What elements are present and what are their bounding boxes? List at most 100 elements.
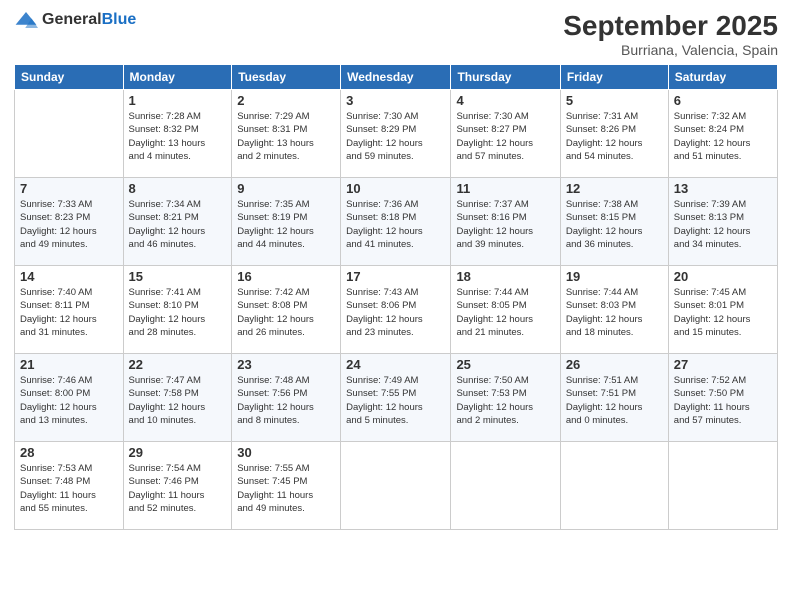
- table-row: [15, 90, 124, 178]
- logo-blue: Blue: [102, 11, 137, 28]
- day-info: Sunrise: 7:44 AMSunset: 8:05 PMDaylight:…: [456, 286, 554, 339]
- day-number: 23: [237, 357, 335, 372]
- day-number: 19: [566, 269, 663, 284]
- table-row: [451, 442, 560, 530]
- day-number: 20: [674, 269, 772, 284]
- day-info: Sunrise: 7:46 AMSunset: 8:00 PMDaylight:…: [20, 374, 118, 427]
- title-block: September 2025 Burriana, Valencia, Spain: [563, 10, 778, 58]
- day-number: 15: [129, 269, 227, 284]
- table-row: 16 Sunrise: 7:42 AMSunset: 8:08 PMDayligh…: [232, 266, 341, 354]
- day-number: 12: [566, 181, 663, 196]
- calendar-week-1: 7 Sunrise: 7:33 AMSunset: 8:23 PMDaylight…: [15, 178, 778, 266]
- day-info: Sunrise: 7:51 AMSunset: 7:51 PMDaylight:…: [566, 374, 663, 427]
- table-row: 10Sunrise: 7:36 AMSunset: 8:18 PMDayligh…: [341, 178, 451, 266]
- day-number: 16: [237, 269, 335, 284]
- calendar-week-0: 1Sunrise: 7:28 AMSunset: 8:32 PMDaylight…: [15, 90, 778, 178]
- table-row: [341, 442, 451, 530]
- day-number: 28: [20, 445, 118, 460]
- day-info: Sunrise: 7:54 AMSunset: 7:46 PMDaylight:…: [129, 462, 227, 515]
- table-row: 29 Sunrise: 7:54 AMSunset: 7:46 PMDayligh…: [123, 442, 232, 530]
- day-info: Sunrise: 7:47 AMSunset: 7:58 PMDaylight:…: [129, 374, 227, 427]
- day-number: 27: [674, 357, 772, 372]
- day-number: 5: [566, 93, 663, 108]
- day-info: Sunrise: 7:44 AMSunset: 8:03 PMDaylight:…: [566, 286, 663, 339]
- day-info: Sunrise: 7:52 AMSunset: 7:50 PMDaylight:…: [674, 374, 772, 427]
- day-number: 30: [237, 445, 335, 460]
- logo-icon: [14, 10, 38, 30]
- col-friday: Friday: [560, 65, 668, 90]
- month-title: September 2025: [563, 10, 778, 42]
- table-row: 26 Sunrise: 7:51 AMSunset: 7:51 PMDayligh…: [560, 354, 668, 442]
- table-row: [560, 442, 668, 530]
- day-info: Sunrise: 7:39 AMSunset: 8:13 PMDaylight:…: [674, 198, 772, 251]
- day-number: 24: [346, 357, 445, 372]
- table-row: 7 Sunrise: 7:33 AMSunset: 8:23 PMDaylight…: [15, 178, 124, 266]
- table-row: 11 Sunrise: 7:37 AMSunset: 8:16 PMDayligh…: [451, 178, 560, 266]
- day-info: Sunrise: 7:42 AMSunset: 8:08 PMDaylight:…: [237, 286, 335, 339]
- table-row: 23 Sunrise: 7:48 AMSunset: 7:56 PMDayligh…: [232, 354, 341, 442]
- calendar-week-4: 28 Sunrise: 7:53 AMSunset: 7:48 PMDayligh…: [15, 442, 778, 530]
- day-info: Sunrise: 7:55 AMSunset: 7:45 PMDaylight:…: [237, 462, 335, 515]
- table-row: 20 Sunrise: 7:45 AMSunset: 8:01 PMDayligh…: [668, 266, 777, 354]
- day-number: 21: [20, 357, 118, 372]
- day-info: Sunrise: 7:35 AMSunset: 8:19 PMDaylight:…: [237, 198, 335, 251]
- table-row: 5 Sunrise: 7:31 AMSunset: 8:26 PMDaylight…: [560, 90, 668, 178]
- day-number: 29: [129, 445, 227, 460]
- day-number: 18: [456, 269, 554, 284]
- day-info: Sunrise: 7:41 AMSunset: 8:10 PMDaylight:…: [129, 286, 227, 339]
- table-row: 1Sunrise: 7:28 AMSunset: 8:32 PMDaylight…: [123, 90, 232, 178]
- day-info: Sunrise: 7:38 AMSunset: 8:15 PMDaylight:…: [566, 198, 663, 251]
- day-number: 14: [20, 269, 118, 284]
- day-info: Sunrise: 7:45 AMSunset: 8:01 PMDaylight:…: [674, 286, 772, 339]
- table-row: 25 Sunrise: 7:50 AMSunset: 7:53 PMDayligh…: [451, 354, 560, 442]
- col-tuesday: Tuesday: [232, 65, 341, 90]
- col-saturday: Saturday: [668, 65, 777, 90]
- day-number: 11: [456, 181, 554, 196]
- col-wednesday: Wednesday: [341, 65, 451, 90]
- table-row: 24 Sunrise: 7:49 AMSunset: 7:55 PMDayligh…: [341, 354, 451, 442]
- calendar-week-3: 21 Sunrise: 7:46 AMSunset: 8:00 PMDayligh…: [15, 354, 778, 442]
- day-number: 4: [456, 93, 554, 108]
- col-sunday: Sunday: [15, 65, 124, 90]
- day-info: Sunrise: 7:37 AMSunset: 8:16 PMDaylight:…: [456, 198, 554, 251]
- day-info: Sunrise: 7:36 AMSunset: 8:18 PMDaylight:…: [346, 198, 445, 251]
- calendar: Sunday Monday Tuesday Wednesday Thursday…: [14, 64, 778, 530]
- table-row: 13Sunrise: 7:39 AMSunset: 8:13 PMDayligh…: [668, 178, 777, 266]
- day-number: 26: [566, 357, 663, 372]
- table-row: 9Sunrise: 7:35 AMSunset: 8:19 PMDaylight…: [232, 178, 341, 266]
- table-row: 8 Sunrise: 7:34 AMSunset: 8:21 PMDaylight…: [123, 178, 232, 266]
- day-info: Sunrise: 7:50 AMSunset: 7:53 PMDaylight:…: [456, 374, 554, 427]
- day-info: Sunrise: 7:53 AMSunset: 7:48 PMDaylight:…: [20, 462, 118, 515]
- day-info: Sunrise: 7:28 AMSunset: 8:32 PMDaylight:…: [129, 110, 227, 163]
- header: GeneralBlue September 2025 Burriana, Val…: [14, 10, 778, 58]
- day-number: 7: [20, 181, 118, 196]
- table-row: 17Sunrise: 7:43 AMSunset: 8:06 PMDayligh…: [341, 266, 451, 354]
- location: Burriana, Valencia, Spain: [563, 42, 778, 58]
- table-row: 22 Sunrise: 7:47 AMSunset: 7:58 PMDayligh…: [123, 354, 232, 442]
- page: GeneralBlue September 2025 Burriana, Val…: [0, 0, 792, 612]
- day-info: Sunrise: 7:34 AMSunset: 8:21 PMDaylight:…: [129, 198, 227, 251]
- table-row: 12 Sunrise: 7:38 AMSunset: 8:15 PMDayligh…: [560, 178, 668, 266]
- logo: GeneralBlue: [14, 10, 136, 30]
- table-row: 6Sunrise: 7:32 AMSunset: 8:24 PMDaylight…: [668, 90, 777, 178]
- table-row: 15 Sunrise: 7:41 AMSunset: 8:10 PMDayligh…: [123, 266, 232, 354]
- day-info: Sunrise: 7:30 AMSunset: 8:29 PMDaylight:…: [346, 110, 445, 163]
- table-row: 19 Sunrise: 7:44 AMSunset: 8:03 PMDayligh…: [560, 266, 668, 354]
- day-info: Sunrise: 7:30 AMSunset: 8:27 PMDaylight:…: [456, 110, 554, 163]
- calendar-week-2: 14 Sunrise: 7:40 AMSunset: 8:11 PMDayligh…: [15, 266, 778, 354]
- day-info: Sunrise: 7:31 AMSunset: 8:26 PMDaylight:…: [566, 110, 663, 163]
- day-info: Sunrise: 7:48 AMSunset: 7:56 PMDaylight:…: [237, 374, 335, 427]
- table-row: [668, 442, 777, 530]
- table-row: 28 Sunrise: 7:53 AMSunset: 7:48 PMDayligh…: [15, 442, 124, 530]
- table-row: 3Sunrise: 7:30 AMSunset: 8:29 PMDaylight…: [341, 90, 451, 178]
- day-info: Sunrise: 7:49 AMSunset: 7:55 PMDaylight:…: [346, 374, 445, 427]
- day-number: 8: [129, 181, 227, 196]
- table-row: 30 Sunrise: 7:55 AMSunset: 7:45 PMDayligh…: [232, 442, 341, 530]
- table-row: 18 Sunrise: 7:44 AMSunset: 8:05 PMDayligh…: [451, 266, 560, 354]
- table-row: 2Sunrise: 7:29 AMSunset: 8:31 PMDaylight…: [232, 90, 341, 178]
- day-number: 22: [129, 357, 227, 372]
- day-info: Sunrise: 7:40 AMSunset: 8:11 PMDaylight:…: [20, 286, 118, 339]
- day-info: Sunrise: 7:43 AMSunset: 8:06 PMDaylight:…: [346, 286, 445, 339]
- day-info: Sunrise: 7:33 AMSunset: 8:23 PMDaylight:…: [20, 198, 118, 251]
- day-number: 25: [456, 357, 554, 372]
